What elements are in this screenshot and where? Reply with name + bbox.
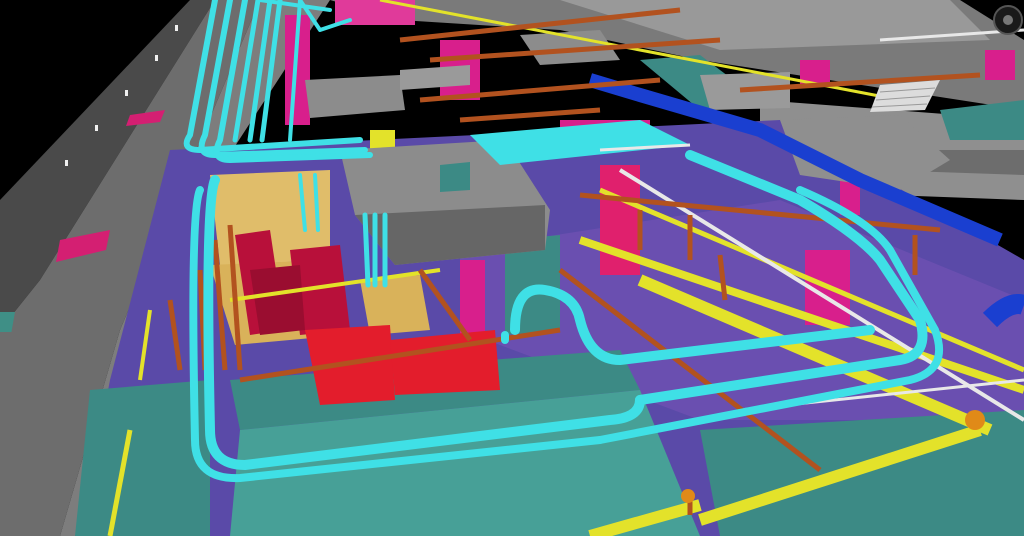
pipe-fitting — [965, 410, 985, 430]
equipment-hatch — [440, 162, 470, 192]
model-render — [0, 0, 1024, 536]
duct — [985, 50, 1015, 80]
cable-tray — [360, 275, 430, 335]
bim-3d-viewport[interactable] — [0, 0, 1024, 536]
pipe-fitting — [681, 489, 695, 503]
orbit-gizmo-icon[interactable] — [993, 5, 1023, 35]
duct — [460, 260, 485, 335]
wall — [75, 380, 210, 536]
